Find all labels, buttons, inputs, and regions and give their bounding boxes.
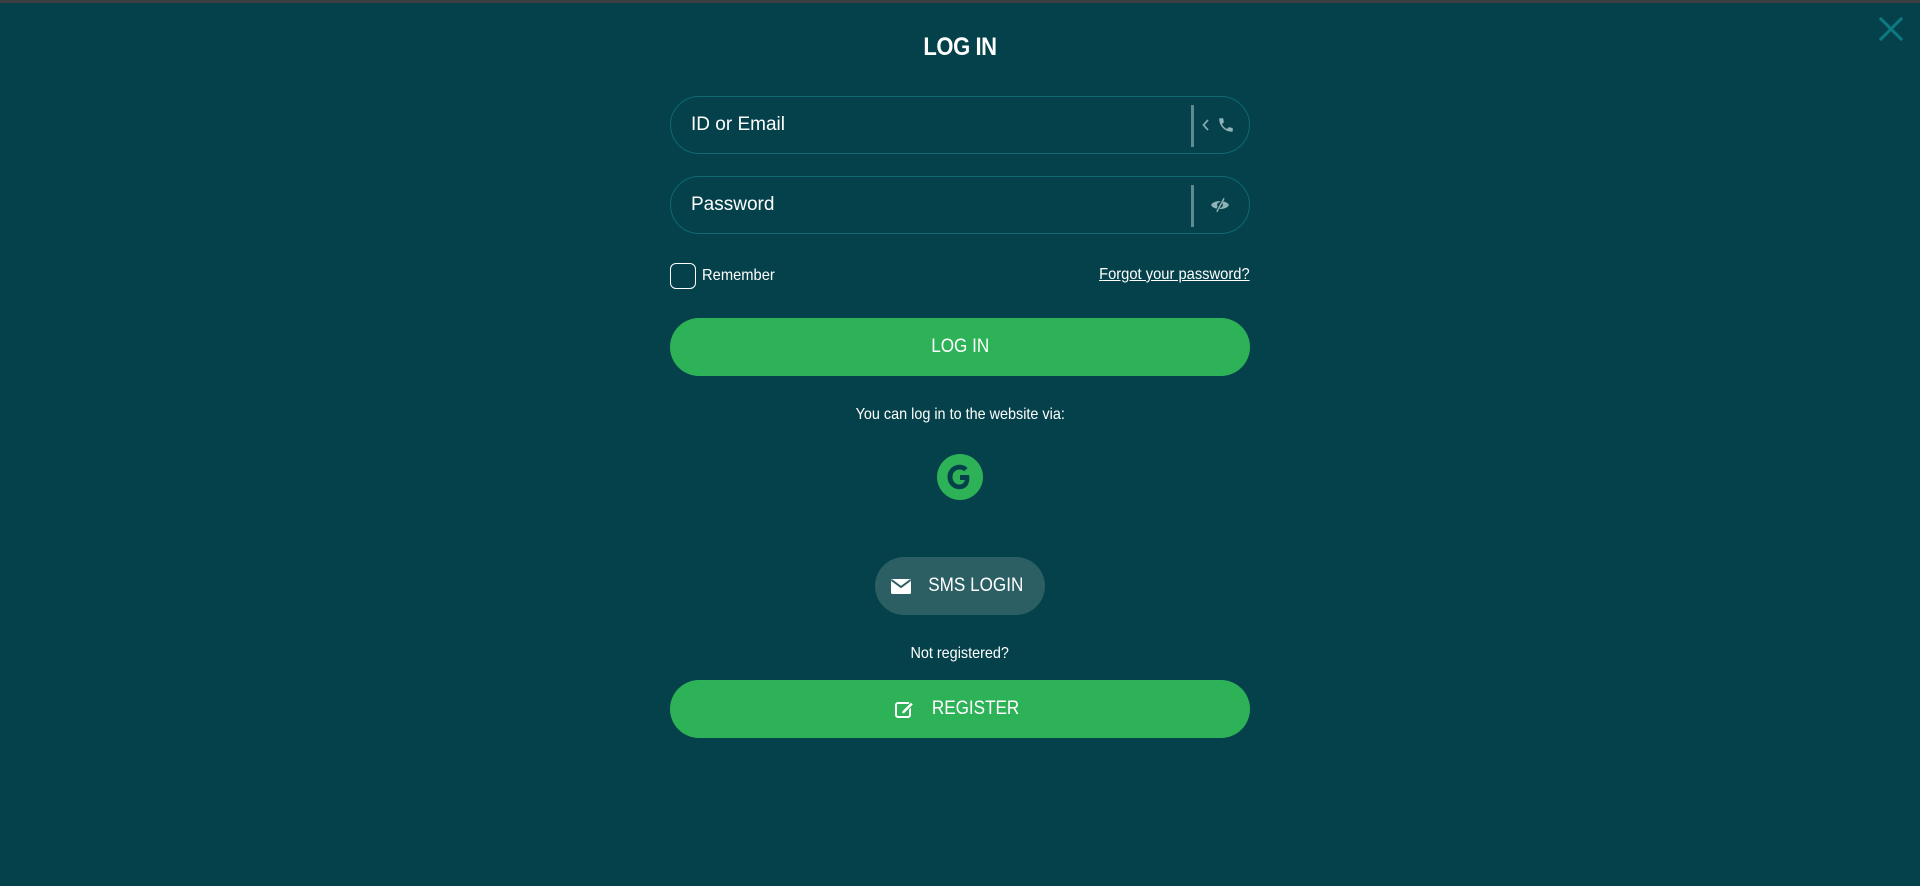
register-button[interactable]: REGISTER <box>670 680 1250 738</box>
sms-login-button[interactable]: SMS LOGIN <box>875 557 1045 615</box>
toggle-password-visibility[interactable] <box>1209 177 1231 233</box>
password-field[interactable] <box>670 176 1250 234</box>
remember-checkbox[interactable] <box>670 263 696 289</box>
remember-label: Remember <box>702 267 775 284</box>
social-login-caption: You can log in to the website via: <box>855 406 1065 423</box>
field-divider <box>1191 185 1194 227</box>
close-button[interactable] <box>1878 16 1904 42</box>
envelope-icon <box>891 578 912 594</box>
edit-icon <box>895 700 915 718</box>
sms-login-label: SMS LOGIN <box>928 575 1024 596</box>
window-top-bar <box>0 0 1920 3</box>
login-button-label: LOG IN <box>931 336 989 357</box>
register-button-label: REGISTER <box>932 698 1020 719</box>
not-registered-caption: Not registered? <box>910 645 1010 662</box>
password-input[interactable] <box>691 177 1151 233</box>
chevron-left-icon <box>1202 119 1209 131</box>
toggle-phone-button[interactable] <box>1201 97 1235 153</box>
id-email-field[interactable] <box>670 96 1250 154</box>
remember-checkbox-row[interactable]: Remember <box>670 263 781 289</box>
close-icon <box>1878 16 1904 42</box>
forgot-password-link[interactable]: Forgot your password? <box>1099 266 1250 284</box>
id-email-input[interactable] <box>691 97 1151 153</box>
phone-icon <box>1219 118 1233 132</box>
eye-slash-icon <box>1211 197 1229 213</box>
modal-title: LOG IN <box>923 33 997 61</box>
google-icon <box>937 454 983 500</box>
login-button[interactable]: LOG IN <box>670 318 1250 376</box>
google-login-button[interactable] <box>936 453 984 501</box>
field-divider <box>1191 105 1194 147</box>
